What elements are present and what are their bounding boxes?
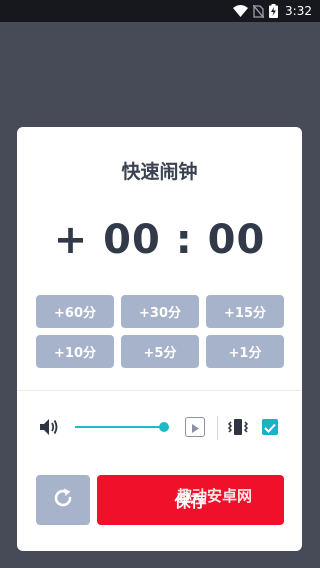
preset-15-button[interactable]: +15分 <box>206 295 284 328</box>
checkmark-icon <box>264 418 276 437</box>
dialog-title: 快速闹钟 <box>121 161 198 183</box>
status-time: 3:32 <box>285 4 312 18</box>
refresh-icon <box>51 486 75 514</box>
preset-5-button[interactable]: +5分 <box>121 335 199 368</box>
preset-1-button[interactable]: +1分 <box>206 335 284 368</box>
separator <box>217 416 218 440</box>
preset-buttons: +60分 +30分 +15分 +10分 +5分 +1分 <box>36 295 284 368</box>
divider <box>17 390 302 391</box>
watermark: 趣动安卓网 <box>177 487 253 505</box>
volume-slider-thumb[interactable] <box>159 422 169 432</box>
battery-charging-icon <box>269 4 279 18</box>
reset-button[interactable] <box>36 475 90 525</box>
play-sound-button[interactable] <box>185 417 205 437</box>
preset-30-button[interactable]: +30分 <box>121 295 199 328</box>
quick-alarm-dialog: 快速闹钟 + 00 : 00 +60分 +30分 +15分 +10分 +5分 +… <box>17 127 302 551</box>
vibrate-checkbox[interactable] <box>262 419 278 435</box>
status-bar: 3:32 <box>0 0 320 22</box>
wifi-icon <box>233 5 249 17</box>
time-display: + 00 : 00 <box>53 217 266 263</box>
preset-10-button[interactable]: +10分 <box>36 335 114 368</box>
status-icons: 3:32 <box>233 3 312 19</box>
no-sim-icon <box>253 4 265 18</box>
volume-slider-track[interactable] <box>75 426 163 428</box>
preset-60-button[interactable]: +60分 <box>36 295 114 328</box>
volume-icon[interactable] <box>39 418 59 440</box>
play-icon <box>191 418 199 437</box>
vibrate-icon <box>227 416 249 442</box>
